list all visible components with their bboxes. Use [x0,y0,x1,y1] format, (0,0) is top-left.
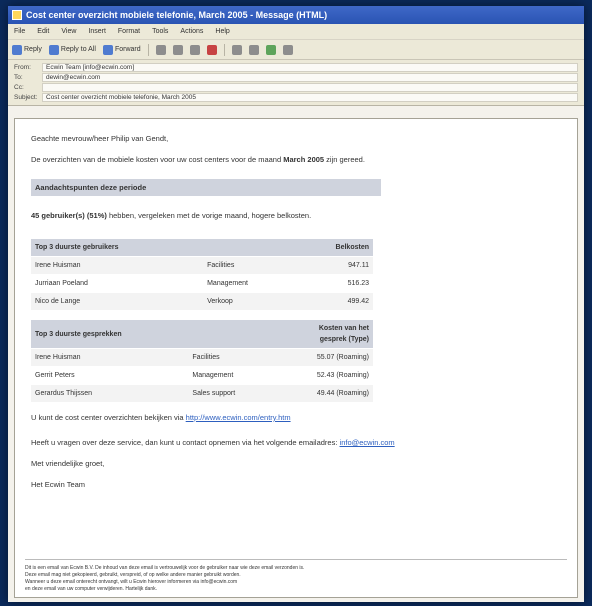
reply-all-label: Reply to All [60,46,96,53]
attention-description: hebben, vergeleken met de vorige maand, … [106,211,312,220]
from-value: Ecwin Team [info@ecwin.com] [42,62,578,72]
top-calls-table: Top 3 duurste gesprekken Kosten van het ge… [31,320,373,402]
table-row: Nico de Lange Verkoop 499.42 [31,292,373,310]
menu-actions[interactable]: Actions [180,28,203,35]
cc-label: Cc: [14,83,24,91]
from-row: From: Ecwin Team [info@ecwin.com] [14,62,578,72]
move-to-folder-icon[interactable] [189,44,200,55]
toolbar-separator [223,43,225,56]
cc-value [42,82,578,92]
menu-view[interactable]: View [61,28,76,35]
cost-column-header: Belkosten [294,239,373,257]
menu-format[interactable]: Format [118,28,140,35]
department: Management [188,366,273,385]
subject-label: Subject: [14,93,38,101]
closing: Met vriendelijke groet, [31,459,105,468]
reply-label: Reply [24,46,42,53]
attention-heading: Aandachtspunten deze periode [31,179,381,196]
menu-file[interactable]: File [14,28,25,35]
toolbar-separator [147,43,149,56]
contact-text: Heeft u vragen over deze service, dan ku… [31,438,340,447]
call-cost-column-header: Kosten van het gesprek (Type) [272,320,373,349]
delete-icon[interactable] [206,44,217,55]
menu-bar: File Edit View Insert Format Tools Actio… [8,24,584,40]
user-name: Gerardus Thijssen [31,384,189,402]
attention-count: 45 gebruiker(s) (51%) [31,211,107,220]
call-cost: 49.44 (Roaming) [272,384,373,402]
greeting: Geachte mevrouw/heer Philip van Gendt, [31,134,169,143]
message-body[interactable]: Geachte mevrouw/heer Philip van Gendt, D… [14,118,578,598]
menu-insert[interactable]: Insert [88,28,106,35]
forward-label: Forward [114,46,141,53]
to-row: To: dewin@ecwin.com [14,72,578,82]
forward-button[interactable]: Forward [102,44,141,55]
table-row: Gerrit Peters Management 52.43 (Roaming) [31,366,373,385]
forward-icon [102,44,113,55]
overview-link[interactable]: http://www.ecwin.com/entry.htm [186,413,291,422]
table-row: Gerardus Thijssen Sales support 49.44 (Roa… [31,384,373,402]
contact-paragraph: Heeft u vragen over deze service, dan ku… [31,437,561,448]
toolbar: Reply Reply to All Forward [8,40,584,60]
title-bar[interactable]: Cost center overzicht mobiele telefonie,… [8,6,584,24]
cc-row: Cc: [14,82,578,92]
signature: Het Ecwin Team [31,480,86,489]
user-name: Gerrit Peters [31,366,189,385]
menu-help[interactable]: Help [215,28,229,35]
address-book-icon[interactable] [265,44,276,55]
top-calls-title: Top 3 duurste gesprekken [31,320,189,349]
top-users-table: Top 3 duurste gebruikers Belkosten Irene … [31,239,373,310]
reply-button[interactable]: Reply [12,44,42,55]
top-users-title: Top 3 duurste gebruikers [31,239,204,257]
overview-link-text: U kunt de cost center overzichten bekijk… [31,413,186,422]
menu-edit[interactable]: Edit [37,28,49,35]
call-cost: 55.07 (Roaming) [272,348,373,367]
subject-row: Subject: Cost center overzicht mobiele te… [14,92,578,102]
user-name: Jurriaan Poeland [31,274,204,293]
user-name: Irene Huisman [31,256,204,275]
to-label: To: [14,73,23,81]
disclaimer-line: Wanneer u deze email onterecht ontvangt,… [25,579,238,585]
print-icon[interactable] [155,44,166,55]
disclaimer-line: Deze email mag niet gekopieerd, gebruikt… [25,572,241,578]
call-cost: 499.42 [294,292,373,310]
user-name: Irene Huisman [31,348,189,367]
call-cost: 52.43 (Roaming) [272,366,373,385]
reply-all-icon [48,44,59,55]
disclaimer-line: en deze email van uw computer verwijdere… [25,586,158,592]
table-row: Irene Huisman Facilities 55.07 (Roaming) [31,348,373,367]
contact-email-link[interactable]: info@ecwin.com [340,438,395,447]
email-window: Cost center overzicht mobiele telefonie,… [8,6,584,602]
intro-paragraph: De overzichten van de mobiele kosten voo… [31,154,561,165]
previous-item-icon[interactable] [231,44,242,55]
next-item-icon[interactable] [248,44,259,55]
reply-icon [12,44,22,55]
help-icon[interactable] [282,44,293,55]
user-name: Nico de Lange [31,292,204,310]
department: Management [203,274,295,293]
table-row: Irene Huisman Facilities 947.11 [31,256,373,275]
disclaimer-line: Dit is een email van Ecwin B.V. De inhou… [25,565,305,571]
call-cost: 516.23 [294,274,373,293]
reply-all-button[interactable]: Reply to All [48,44,96,55]
to-value: dewin@ecwin.com [42,72,578,82]
attention-text: 45 gebruiker(s) (51%) hebben, vergeleken… [31,210,561,221]
department: Facilities [203,256,295,275]
intro-end: zijn gereed. [324,155,365,164]
window-title: Cost center overzicht mobiele telefonie,… [26,10,328,20]
flag-icon[interactable] [172,44,183,55]
department: Sales support [188,384,273,402]
department: Facilities [188,348,273,367]
overview-link-paragraph: U kunt de cost center overzichten bekijk… [31,412,561,423]
menu-tools[interactable]: Tools [152,28,168,35]
from-label: From: [14,63,31,71]
envelope-icon [12,10,22,20]
message-headers: From: Ecwin Team [info@ecwin.com] To: dewi… [8,60,584,106]
intro-text: De overzichten van de mobiele kosten voo… [31,155,284,164]
table-row: Jurriaan Poeland Management 516.23 [31,274,373,293]
intro-month: March 2005 [283,155,325,164]
department: Verkoop [203,292,295,310]
disclaimer-footer: Dit is een email van Ecwin B.V. De inhou… [25,559,567,593]
call-cost: 947.11 [294,256,373,275]
subject-value: Cost center overzicht mobiele telefonie,… [42,92,578,102]
